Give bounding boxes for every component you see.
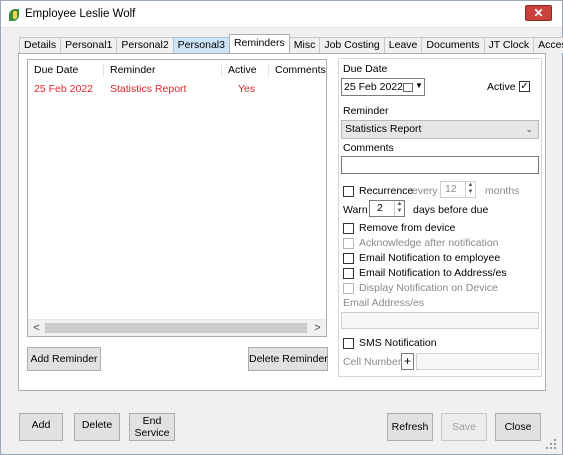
- due-date-picker[interactable]: 25 Feb 2022 ▼: [341, 78, 425, 96]
- warn-value: 2: [377, 202, 383, 214]
- tab-details[interactable]: Details: [19, 37, 62, 53]
- horizontal-scrollbar[interactable]: < >: [28, 319, 326, 336]
- cell-number-field[interactable]: [416, 353, 539, 370]
- tab-misc[interactable]: Misc: [288, 37, 321, 53]
- email-address-checkbox[interactable]: [343, 268, 354, 279]
- stepper-arrows-icon[interactable]: ▲ ▼: [394, 201, 404, 216]
- scroll-right-icon[interactable]: >: [309, 320, 326, 336]
- reminder-select-value: Statistics Report: [345, 123, 422, 135]
- tab-personal2[interactable]: Personal2: [116, 37, 174, 53]
- display-on-device-checkbox[interactable]: [343, 283, 354, 294]
- display-on-device-label: Display Notification on Device: [359, 282, 498, 294]
- tab-reminders[interactable]: Reminders: [228, 34, 290, 53]
- tab-access[interactable]: Access: [533, 37, 563, 53]
- chevron-down-icon: ⌄: [525, 124, 533, 134]
- add-reminder-button[interactable]: Add Reminder: [27, 347, 101, 371]
- warn-label: Warn: [343, 204, 368, 216]
- sms-checkbox[interactable]: [343, 338, 354, 349]
- acknowledge-label: Acknowledge after notification: [359, 237, 499, 249]
- window-close-button[interactable]: ✕: [525, 5, 552, 21]
- every-label: every: [412, 185, 438, 197]
- reminders-panel: Due Date Reminder Active Comments 25 Feb…: [18, 53, 546, 391]
- window-title: Employee Leslie Wolf: [25, 8, 136, 20]
- every-value: 12: [445, 183, 457, 195]
- every-stepper[interactable]: 12 ▲ ▼: [440, 181, 476, 198]
- close-button[interactable]: Close: [495, 413, 541, 441]
- delete-reminder-button[interactable]: Delete Reminder: [248, 347, 328, 371]
- row-reminder: Statistics Report: [110, 83, 187, 95]
- column-header-comments[interactable]: Comments: [269, 64, 327, 77]
- save-button[interactable]: Save: [441, 413, 487, 441]
- email-address-field[interactable]: [341, 312, 539, 329]
- column-header-due-date[interactable]: Due Date: [28, 64, 104, 77]
- delete-button[interactable]: Delete: [74, 413, 120, 441]
- resize-grip-icon[interactable]: [546, 439, 556, 449]
- remove-from-device-checkbox[interactable]: [343, 223, 354, 234]
- email-address-notification-label: Email Notification to Address/es: [359, 267, 507, 279]
- tab-jt-clock[interactable]: JT Clock: [483, 37, 535, 53]
- add-button[interactable]: Add: [19, 413, 63, 441]
- reminders-list[interactable]: Due Date Reminder Active Comments 25 Feb…: [27, 59, 327, 337]
- add-cell-number-button[interactable]: +: [401, 353, 414, 370]
- comments-label: Comments: [343, 142, 394, 154]
- warn-stepper[interactable]: 2 ▲ ▼: [369, 200, 405, 217]
- column-header-reminder[interactable]: Reminder: [104, 64, 222, 77]
- scroll-thumb[interactable]: [45, 323, 307, 333]
- scroll-left-icon[interactable]: <: [28, 320, 45, 336]
- refresh-button[interactable]: Refresh: [387, 413, 433, 441]
- employee-window: Employee Leslie Wolf ✕ Details Personal1…: [0, 0, 563, 455]
- days-before-label: days before due: [413, 204, 489, 216]
- active-checkbox[interactable]: ✓: [519, 81, 530, 92]
- email-employee-label: Email Notification to employee: [359, 252, 501, 264]
- email-address-label: Email Address/es: [343, 297, 425, 309]
- tab-leave[interactable]: Leave: [383, 37, 423, 53]
- stepper-arrows-icon[interactable]: ▲ ▼: [465, 182, 475, 197]
- tab-documents[interactable]: Documents: [421, 37, 485, 53]
- sms-label: SMS Notification: [359, 337, 437, 349]
- app-logo-icon: [9, 9, 19, 21]
- tab-job-costing[interactable]: Job Costing: [319, 37, 385, 53]
- column-header-active[interactable]: Active: [222, 64, 269, 77]
- end-service-button[interactable]: End Service: [129, 413, 175, 441]
- due-date-value: 25 Feb 2022: [344, 81, 403, 93]
- title-bar: Employee Leslie Wolf ✕: [1, 1, 562, 28]
- active-label: Active: [487, 81, 516, 93]
- tab-personal3[interactable]: Personal3: [172, 37, 230, 53]
- calendar-icon[interactable]: [403, 83, 413, 92]
- table-row[interactable]: 25 Feb 2022 Statistics Report Yes: [28, 82, 326, 96]
- comments-field[interactable]: [341, 156, 539, 174]
- due-date-label: Due Date: [343, 63, 388, 75]
- email-employee-checkbox[interactable]: [343, 253, 354, 264]
- cell-number-label: Cell Number/s: [343, 356, 410, 368]
- tab-personal1[interactable]: Personal1: [60, 37, 118, 53]
- reminder-detail-panel: Due Date 25 Feb 2022 ▼ Active ✓ Reminder…: [338, 58, 542, 377]
- dropdown-arrow-icon[interactable]: ▼: [415, 81, 423, 90]
- row-due-date: 25 Feb 2022: [34, 83, 93, 95]
- recurrence-checkbox[interactable]: [343, 186, 354, 197]
- row-active: Yes: [238, 83, 256, 95]
- tab-strip: Details Personal1 Personal2 Personal3 Re…: [19, 34, 563, 53]
- recurrence-label: Recurrence: [359, 185, 414, 197]
- reminder-select[interactable]: Statistics Report ⌄: [341, 120, 539, 139]
- months-label: months: [485, 185, 520, 197]
- list-header: Due Date Reminder Active Comments: [28, 60, 326, 79]
- close-icon: ✕: [533, 6, 544, 20]
- reminder-label: Reminder: [343, 105, 389, 117]
- remove-from-device-label: Remove from device: [359, 222, 456, 234]
- acknowledge-checkbox[interactable]: [343, 238, 354, 249]
